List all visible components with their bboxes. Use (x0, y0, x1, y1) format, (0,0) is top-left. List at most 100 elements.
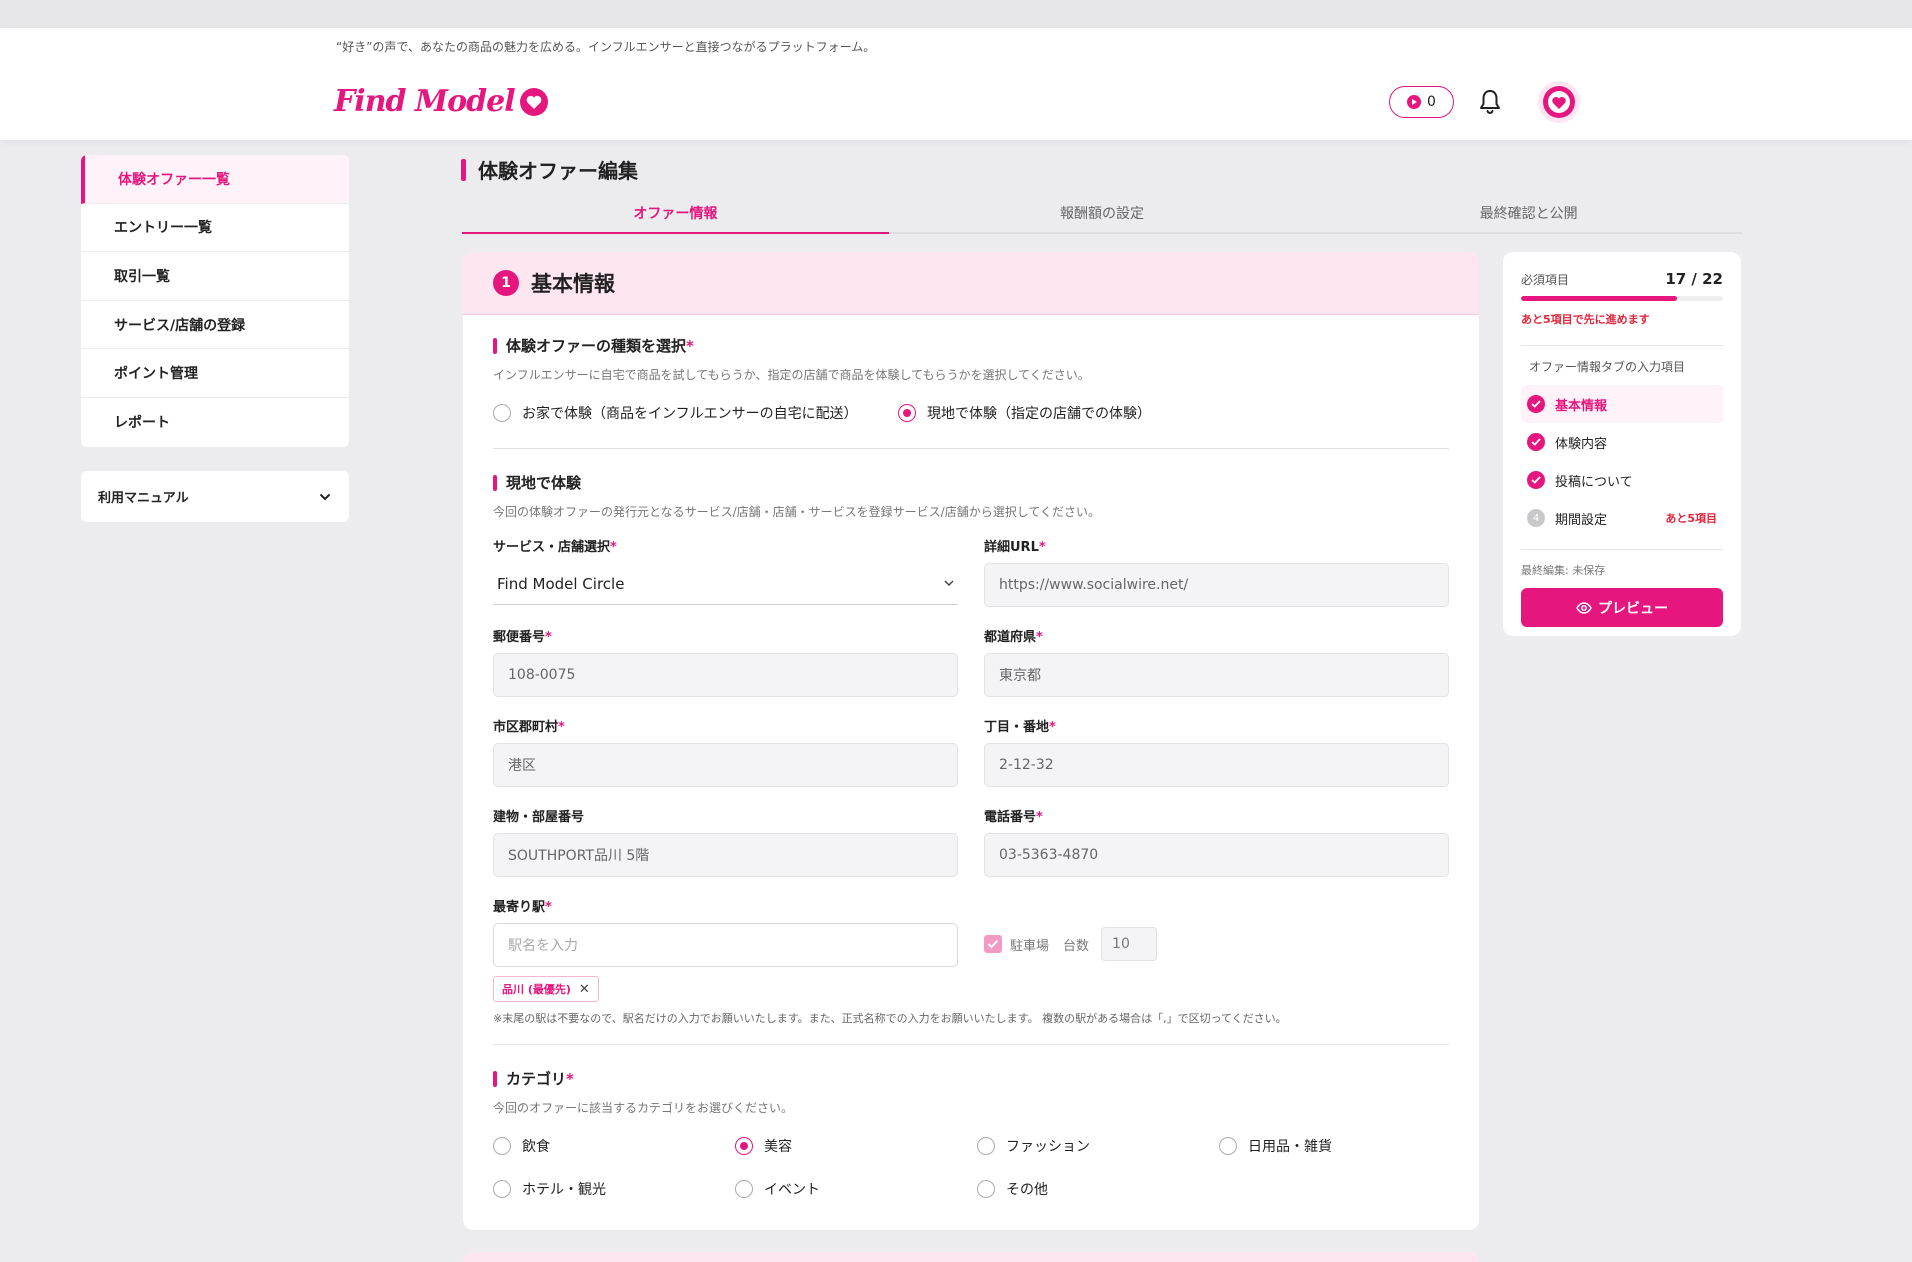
progress-item-label: 投稿について (1555, 474, 1633, 490)
station-tag: 品川 (最優先) ✕ (493, 976, 599, 1002)
radio-dot (977, 1180, 995, 1198)
prefecture-label: 都道府県* (984, 626, 1043, 645)
radio-onsite-experience[interactable]: 現地で体験（指定の店舗での体験） (898, 403, 1151, 423)
radio-category-daily-goods[interactable]: 日用品・雑貨 (1219, 1136, 1332, 1156)
progress-item-period[interactable]: 4 期間設定 あと5項目 (1521, 499, 1723, 537)
phone-input[interactable]: 03-5363-4870 (984, 833, 1449, 877)
radio-dot (735, 1180, 753, 1198)
progress-item-content[interactable]: 体験内容 (1521, 423, 1723, 461)
card-title: 基本情報 (531, 272, 615, 296)
preview-label: プレビュー (1598, 600, 1668, 617)
station-label: 最寄り駅* (493, 896, 552, 915)
sidebar-item-offer-list[interactable]: 体験オファー一覧 (81, 155, 349, 204)
radio-category-other[interactable]: その他 (977, 1179, 1048, 1199)
sidebar-item-points[interactable]: ポイント管理 (81, 349, 349, 398)
chevron-down-icon (319, 493, 331, 500)
radio-label: イベント (764, 1182, 820, 1198)
onsite-title: 現地で体験 (493, 472, 1449, 493)
required-mark: * (610, 540, 617, 555)
required-mark: * (686, 336, 694, 355)
required-progress-row: 必須項目 17 / 22 (1521, 270, 1723, 288)
radio-home-experience[interactable]: お家で体験（商品をインフルエンサーの自宅に配送） (493, 403, 898, 423)
station-label-text: 最寄り駅 (493, 900, 546, 915)
progress-bar (1521, 296, 1723, 301)
required-mark: * (545, 900, 552, 915)
url-input[interactable]: https://www.socialwire.net/ (984, 563, 1449, 607)
parking-count-input[interactable]: 10 (1101, 927, 1158, 961)
bell-icon[interactable] (1477, 88, 1503, 116)
radio-label: ファッション (1006, 1139, 1090, 1155)
street-label: 丁目・番地* (984, 716, 1056, 735)
progress-item-label: 基本情報 (1555, 398, 1608, 414)
tab-final-review[interactable]: 最終確認と公開 (1315, 196, 1742, 232)
required-label: 必須項目 (1521, 273, 1570, 287)
offer-type-title: 体験オファーの種類を選択 * (493, 335, 1449, 356)
tab-reward-settings[interactable]: 報酬額の設定 (889, 196, 1316, 232)
progress-warning: あと5項目で先に進めます (1521, 313, 1650, 326)
points-badge[interactable]: 0 (1389, 86, 1454, 118)
parking-label: 駐車場 (1010, 938, 1050, 954)
required-mark: * (1036, 810, 1043, 825)
zip-label: 郵便番号* (493, 626, 552, 645)
radio-category-hotel[interactable]: ホテル・観光 (493, 1179, 606, 1199)
city-label: 市区郡町村* (493, 716, 565, 735)
service-select[interactable]: Find Model Circle (493, 563, 958, 605)
radio-label: 現地で体験（指定の店舗での体験） (927, 406, 1151, 422)
card-header: 1 基本情報 (463, 252, 1479, 315)
parking-group: 駐車場 台数 10 (984, 927, 1158, 961)
building-input[interactable]: SOUTHPORT品川 5階 (493, 833, 958, 877)
phone-label-text: 電話番号 (984, 810, 1037, 825)
sidebar-item-transactions[interactable]: 取引一覧 (81, 252, 349, 301)
station-input[interactable]: 駅名を入力 (493, 923, 958, 967)
sidebar-item-report[interactable]: レポート (81, 398, 349, 447)
required-mark: * (545, 630, 552, 645)
city-input[interactable]: 港区 (493, 743, 958, 787)
category-description: 今回のオファーに該当するカテゴリをお選びください。 (493, 1101, 794, 1115)
avatar[interactable] (1538, 81, 1580, 123)
site-logo[interactable]: Find Model (334, 84, 549, 119)
progress-item-basic-info[interactable]: 基本情報 (1521, 385, 1723, 423)
remove-tag-icon[interactable]: ✕ (579, 982, 590, 997)
category-title-text: カテゴリ (506, 1070, 567, 1088)
required-mark: * (1036, 630, 1043, 645)
url-label-text: 詳細URL (984, 540, 1039, 555)
points-value: 0 (1427, 94, 1436, 110)
check-circle-icon (1527, 471, 1545, 489)
radio-category-food[interactable]: 飲食 (493, 1136, 550, 1156)
radio-dot (493, 1180, 511, 1198)
street-input[interactable]: 2-12-32 (984, 743, 1449, 787)
station-note: ※末尾の駅は不要なので、駅名だけの入力でお願いいたします。また、正式名称での入力… (493, 1012, 1287, 1025)
divider (493, 1044, 1449, 1045)
divider (493, 448, 1449, 449)
category-title: カテゴリ * (493, 1068, 1449, 1089)
chevron-down-icon (944, 580, 954, 587)
progress-item-posting[interactable]: 投稿について (1521, 461, 1723, 499)
progress-item-label: 期間設定 (1555, 512, 1608, 528)
sidebar-item-service-register[interactable]: サービス/店舗の登録 (81, 301, 349, 350)
zip-label-text: 郵便番号 (493, 630, 546, 645)
prefecture-input[interactable]: 東京都 (984, 653, 1449, 697)
progress-subtitle: オファー情報タブの入力項目 (1529, 360, 1686, 374)
radio-category-event[interactable]: イベント (735, 1179, 820, 1199)
radio-label: お家で体験（商品をインフルエンサーの自宅に配送） (522, 406, 858, 422)
preview-button[interactable]: プレビュー (1521, 588, 1723, 627)
window-top-strip (0, 0, 1912, 28)
radio-category-beauty[interactable]: 美容 (735, 1136, 792, 1156)
radio-dot-selected (735, 1137, 753, 1155)
sidebar-item-entry-list[interactable]: エントリー一覧 (81, 204, 349, 253)
radio-dot (493, 404, 511, 422)
zip-input[interactable]: 108-0075 (493, 653, 958, 697)
parking-checkbox[interactable] (984, 935, 1002, 953)
heart-logo-icon (519, 87, 548, 116)
onsite-description: 今回の体験オファーの発行元となるサービス/店舗・店舗・サービスを登録サービス/店… (493, 505, 1101, 519)
progress-bar-fill (1521, 296, 1678, 301)
radio-dot-selected (898, 404, 916, 422)
service-label: サービス・店舗選択* (493, 536, 617, 555)
required-mark: * (1038, 540, 1046, 555)
divider (1521, 549, 1723, 550)
radio-category-fashion[interactable]: ファッション (977, 1136, 1090, 1156)
check-icon (987, 939, 999, 949)
manual-dropdown[interactable]: 利用マニュアル (81, 471, 349, 522)
tab-offer-info[interactable]: オファー情報 (462, 196, 889, 234)
avatar-heart-icon (1543, 86, 1575, 118)
